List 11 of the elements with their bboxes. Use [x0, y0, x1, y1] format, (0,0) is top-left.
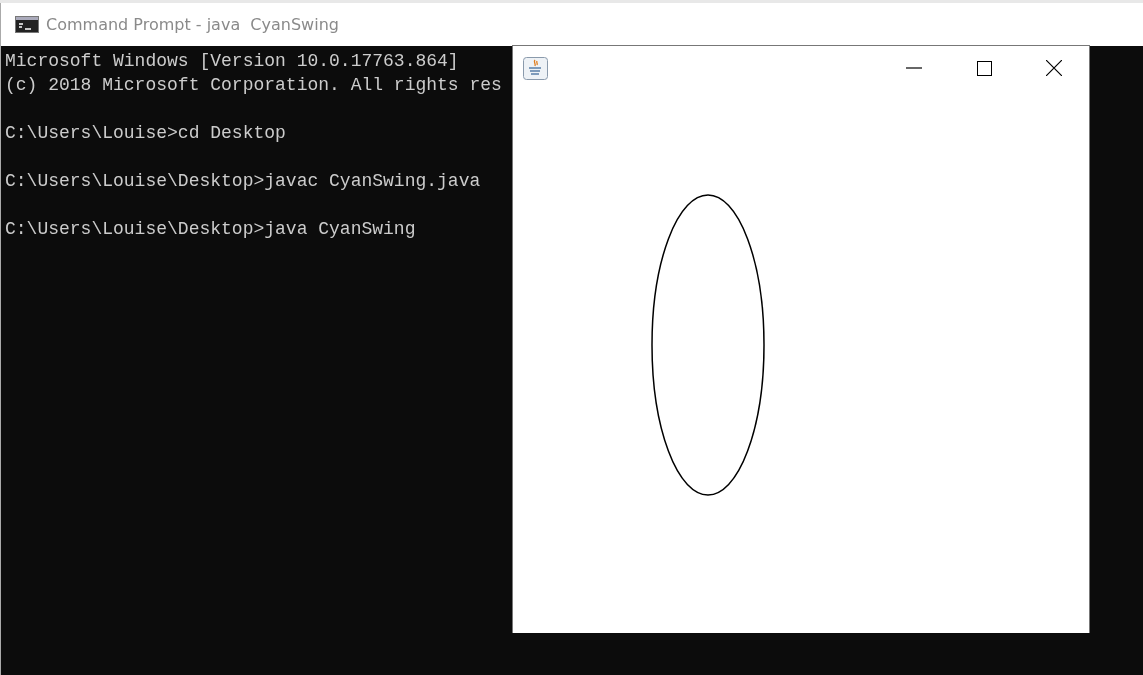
- minimize-icon: [906, 67, 922, 69]
- terminal-icon: [15, 16, 39, 33]
- cup-icon: [523, 56, 548, 80]
- command-line: C:\Users\Louise\Desktop>javac CyanSwing.java: [5, 170, 481, 193]
- command-line: C:\Users\Louise\Desktop>java CyanSwing: [5, 218, 416, 241]
- command-line: C:\Users\Louise>cd Desktop: [5, 122, 286, 145]
- close-icon: [1046, 60, 1062, 76]
- maximize-icon: [976, 60, 992, 76]
- output-line: Microsoft Windows [Version 10.0.17763.864]: [5, 50, 459, 73]
- output-line: (c) 2018 Microsoft Corporation. All rights res: [5, 74, 502, 97]
- window-title: Command Prompt - java CyanSwing: [46, 15, 339, 34]
